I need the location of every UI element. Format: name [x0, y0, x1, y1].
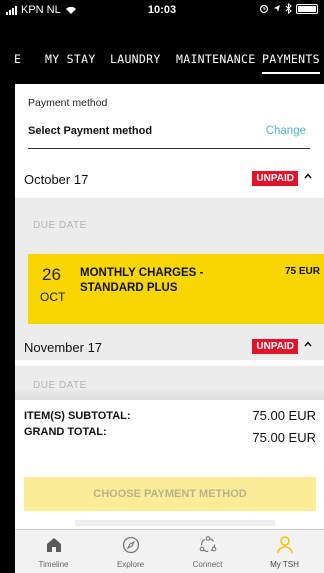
compass-icon: [122, 536, 140, 554]
payment-method-section: Payment method Select Payment method Cha…: [15, 84, 324, 149]
month-header-october[interactable]: October 17 UNPAID: [15, 162, 324, 198]
payment-method-value[interactable]: Select Payment method: [28, 125, 152, 137]
location-arrow-icon: [274, 5, 280, 12]
grand-total-label: GRAND TOTAL:: [24, 426, 107, 438]
battery-icon: [296, 3, 318, 14]
totals-panel: ITEM(S) SUBTOTAL: 75.00 EUR GRAND TOTAL:…: [15, 400, 324, 530]
payment-method-label: Payment method: [28, 97, 108, 109]
status-right: [259, 3, 318, 14]
month-name: October 17: [24, 172, 89, 187]
subtotal-value: 75.00 EUR: [252, 408, 316, 423]
nav-label: Timeline: [38, 560, 69, 569]
status-badge: UNPAID: [252, 171, 298, 186]
status-bar: KPN NL 10:03: [0, 0, 324, 20]
nav-my-tsh[interactable]: My TSH: [246, 530, 323, 573]
tab-partial[interactable]: E: [14, 52, 21, 66]
due-date-label: DUE DATE: [33, 220, 87, 231]
tab-my-stay[interactable]: MY STAY: [45, 52, 96, 66]
alarm-icon: [259, 4, 269, 13]
grand-total-row: GRAND TOTAL: 75.00 EUR: [24, 426, 316, 446]
charge-day: 26: [42, 265, 61, 284]
grand-total-value: 75.00 EUR: [252, 430, 316, 445]
charge-month: OCT: [40, 290, 66, 304]
status-badge: UNPAID: [252, 339, 298, 354]
connect-icon: [199, 536, 217, 553]
subtotal-row: ITEM(S) SUBTOTAL: 75.00 EUR: [24, 408, 316, 424]
month-name: November 17: [24, 340, 103, 355]
home-icon: [47, 538, 61, 552]
chevron-up-icon[interactable]: [304, 340, 312, 348]
charge-title: MONTHLY CHARGES - STANDARD PLUS: [80, 267, 204, 294]
charge-amount: 75 EUR: [284, 266, 320, 277]
person-icon: [277, 536, 293, 554]
tab-laundry[interactable]: LAUNDRY: [110, 52, 161, 66]
tab-maintenance[interactable]: MAINTENANCE: [176, 52, 255, 66]
subtotal-label: ITEM(S) SUBTOTAL:: [24, 410, 131, 422]
bluetooth-icon: [285, 3, 292, 14]
nav-connect[interactable]: Connect: [169, 530, 246, 573]
bottom-nav: Timeline Explore Connect My TSH: [15, 529, 324, 573]
section-tabs: E MY STAY LAUNDRY MAINTENANCE PAYMENTS: [0, 40, 324, 74]
faded-content: [75, 520, 275, 526]
change-payment-link[interactable]: Change: [266, 125, 306, 137]
tab-payments[interactable]: PAYMENTS: [262, 52, 320, 74]
app-screen: KPN NL 10:03 E MY STAY LAUNDRY MAINTENAN…: [0, 0, 324, 573]
month-header-november[interactable]: November 17 UNPAID: [15, 330, 324, 366]
chevron-up-icon[interactable]: [304, 172, 312, 180]
nav-timeline[interactable]: Timeline: [15, 530, 92, 573]
charge-item[interactable]: 26 OCT MONTHLY CHARGES - STANDARD PLUS 7…: [28, 254, 324, 324]
nav-label: Connect: [192, 560, 223, 569]
nav-label: My TSH: [270, 560, 299, 569]
nav-explore[interactable]: Explore: [92, 530, 169, 573]
divider: [28, 148, 310, 149]
choose-payment-method-button[interactable]: CHOOSE PAYMENT METHOD: [24, 477, 316, 511]
nav-label: Explore: [116, 560, 145, 569]
